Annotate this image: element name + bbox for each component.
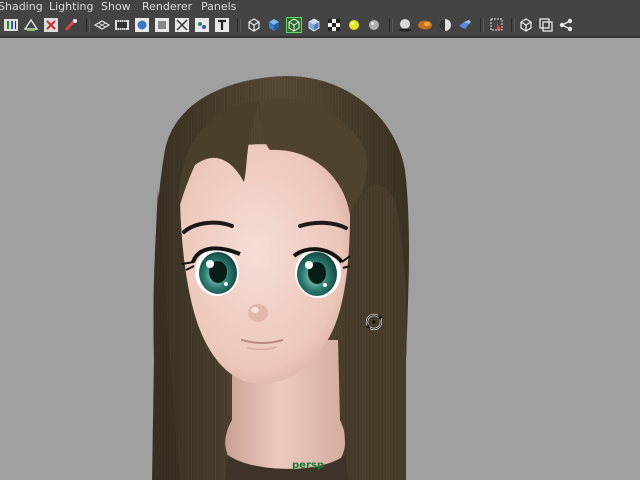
- xray-joints-icon[interactable]: [538, 17, 554, 33]
- share-icon[interactable]: [558, 17, 574, 33]
- character-model: [152, 75, 409, 480]
- grid-icon[interactable]: [94, 17, 110, 33]
- panel-menu-bar: Shading Lighting Show Renderer Panels: [0, 0, 640, 14]
- tumble-cursor-icon: [364, 312, 384, 332]
- textured-icon[interactable]: [326, 17, 342, 33]
- wireframe-on-shaded-icon[interactable]: [286, 17, 302, 33]
- resolution-gate-icon[interactable]: [134, 17, 150, 33]
- film-gate-icon[interactable]: [114, 17, 130, 33]
- field-chart-icon[interactable]: [174, 17, 190, 33]
- menu-panels[interactable]: Panels: [201, 0, 236, 13]
- bookmarks-icon[interactable]: [43, 17, 59, 33]
- panel-toolbar: [0, 14, 640, 38]
- xray-icon[interactable]: [518, 17, 534, 33]
- image-plane-icon[interactable]: [63, 17, 79, 33]
- motion-blur-icon[interactable]: [417, 17, 433, 33]
- wireframe-icon[interactable]: [246, 17, 262, 33]
- camera-attributes-icon[interactable]: [23, 17, 39, 33]
- menu-shading[interactable]: Shading: [0, 0, 43, 13]
- isolate-select-icon[interactable]: [489, 17, 505, 33]
- safe-title-icon[interactable]: [214, 17, 230, 33]
- perspective-viewport[interactable]: [0, 38, 640, 480]
- cube-icon[interactable]: [306, 17, 322, 33]
- menu-renderer[interactable]: Renderer: [142, 0, 192, 13]
- menu-lighting[interactable]: Lighting: [49, 0, 93, 13]
- select-camera-icon[interactable]: [3, 17, 19, 33]
- camera-name-label: persp: [292, 460, 324, 471]
- menu-show[interactable]: Show: [101, 0, 131, 13]
- depth-of-field-icon[interactable]: [457, 17, 473, 33]
- anti-aliasing-icon[interactable]: [437, 17, 453, 33]
- shadows-icon[interactable]: [366, 17, 382, 33]
- use-all-lights-icon[interactable]: [346, 17, 362, 33]
- safe-action-icon[interactable]: [194, 17, 210, 33]
- gate-mask-icon[interactable]: [154, 17, 170, 33]
- screen-space-ao-icon[interactable]: [397, 17, 413, 33]
- smooth-shade-icon[interactable]: [266, 17, 282, 33]
